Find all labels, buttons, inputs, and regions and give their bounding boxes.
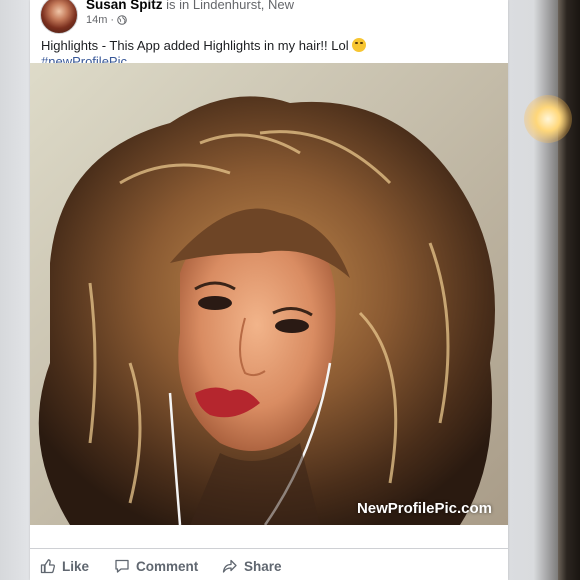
comment-button[interactable]: Comment bbox=[114, 558, 198, 574]
globe-icon bbox=[117, 15, 127, 25]
comment-label: Comment bbox=[136, 558, 199, 574]
post-photo[interactable]: NewProfilePic.com bbox=[30, 63, 508, 525]
like-button[interactable]: Like bbox=[40, 558, 89, 574]
like-label: Like bbox=[62, 558, 90, 574]
separator-dot: · bbox=[110, 14, 115, 26]
share-arrow-icon bbox=[222, 559, 237, 573]
post-card: Susan Spitz is in Lindenhurst, New 14m ·… bbox=[30, 0, 508, 580]
light-glare bbox=[524, 95, 572, 143]
author-line: Susan Spitz is in Lindenhurst, New bbox=[86, 0, 294, 12]
photo-watermark: NewProfilePic.com bbox=[356, 500, 492, 517]
author-name[interactable]: Susan Spitz bbox=[86, 0, 163, 12]
comment-bubble-icon bbox=[115, 559, 129, 573]
post-caption: Highlights - This App added Highlights i… bbox=[41, 38, 367, 53]
action-bar: Like Comment Share bbox=[30, 548, 508, 580]
timestamp[interactable]: 14m bbox=[86, 14, 107, 26]
laughing-emoji-icon bbox=[352, 38, 367, 52]
monitor-bezel bbox=[558, 0, 580, 580]
portrait-illustration bbox=[30, 63, 508, 525]
caption-text: Highlights - This App added Highlights i… bbox=[41, 38, 349, 53]
share-button[interactable]: Share bbox=[222, 558, 282, 574]
post-meta: 14m · bbox=[86, 14, 127, 26]
avatar[interactable] bbox=[40, 0, 78, 34]
share-label: Share bbox=[244, 558, 282, 574]
thumbs-up-icon bbox=[40, 559, 55, 574]
location-text[interactable]: is in Lindenhurst, New bbox=[166, 0, 294, 12]
